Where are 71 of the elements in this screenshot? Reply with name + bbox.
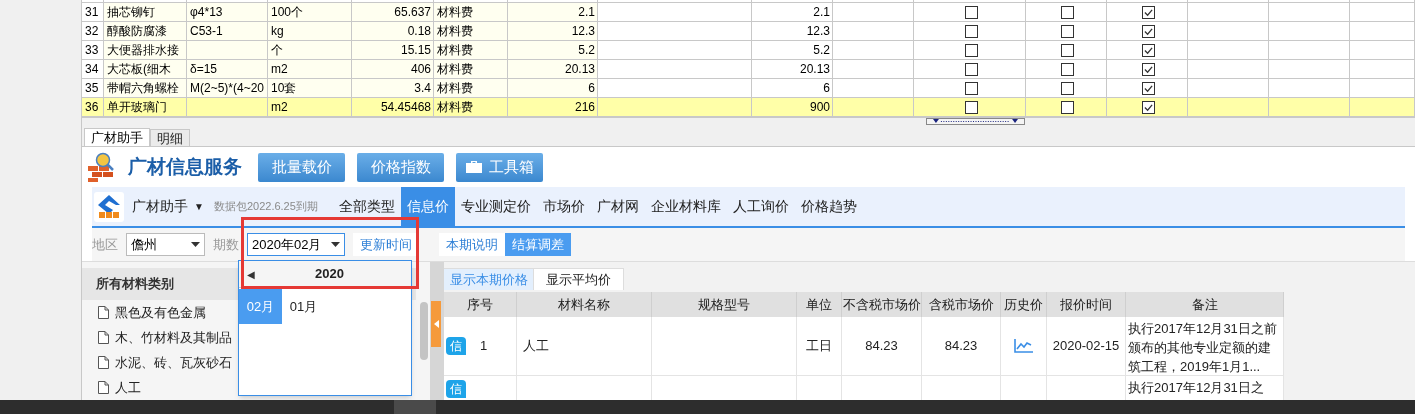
table-cell: 100个: [268, 3, 352, 22]
table-cell: 65.637: [352, 3, 434, 22]
column-header: 报价时间: [1047, 292, 1126, 317]
column-header: 规格型号: [652, 292, 797, 317]
table-cell: 单开玻璃门: [104, 98, 187, 117]
table-cell: 执行2017年12月31日之: [1126, 376, 1284, 400]
table-cell: 3.4: [352, 79, 434, 98]
table-cell: 900: [752, 98, 833, 117]
column-header: 序号: [444, 292, 517, 317]
table-cell: δ=15: [187, 60, 268, 79]
table-cell: 32: [82, 22, 104, 41]
table-cell: 材料费: [434, 3, 508, 22]
table-cell: 材料费: [434, 22, 508, 41]
table-cell: 0.18: [352, 22, 434, 41]
table-cell: 带帽六角螺栓: [104, 79, 187, 98]
table-cell: 2.1: [752, 3, 833, 22]
table-cell: 5.2: [508, 41, 598, 60]
table-cell: φ4*13: [187, 3, 268, 22]
table-cell: 材料费: [434, 98, 508, 117]
table-cell: 20.13: [508, 60, 598, 79]
table-cell: 6: [508, 79, 598, 98]
table-cell: kg: [268, 22, 352, 41]
field-label: 期数: [213, 235, 239, 254]
table-cell: 31: [82, 3, 104, 22]
table-cell: 12.3: [752, 22, 833, 41]
table-cell: 抽芯铆钉: [104, 3, 187, 22]
table-cell: M(2~5)*(4~20: [187, 79, 268, 98]
table-cell: C53-1: [187, 22, 268, 41]
table-cell: 35: [82, 79, 104, 98]
column-header: 备注: [1126, 292, 1284, 317]
table-cell: 材料费: [434, 60, 508, 79]
table-cell: 大便器排水接: [104, 41, 187, 60]
row-number: 1: [480, 337, 488, 356]
table-cell: 10套: [268, 79, 352, 98]
table-cell: 54.45468: [352, 98, 434, 117]
column-header: 材料名称: [517, 292, 652, 317]
table-cell: 12.3: [508, 22, 598, 41]
table-cell: 84.23: [842, 317, 922, 376]
table-cell: 醇酸防腐漆: [104, 22, 187, 41]
column-header: 含税市场价: [922, 292, 1001, 317]
table-cell: 34: [82, 60, 104, 79]
app-name: 广材助手: [132, 197, 188, 216]
column-header: 历史价: [1001, 292, 1047, 317]
table-cell: 216: [508, 98, 598, 117]
table-cell: 15.15: [352, 41, 434, 60]
table-cell: 材料费: [434, 79, 508, 98]
table-cell: 406: [352, 60, 434, 79]
table-cell: 5.2: [752, 41, 833, 60]
table-cell: 材料费: [434, 41, 508, 60]
column-header: 不含税市场价: [842, 292, 922, 317]
table-cell: 36: [82, 98, 104, 117]
table-cell: 工日: [797, 317, 842, 376]
table-cell: 人工: [517, 317, 652, 376]
table-cell: 个: [268, 41, 352, 60]
info-badge: 信: [446, 380, 466, 398]
table-cell: 2.1: [508, 3, 598, 22]
field-label: 地区: [92, 235, 118, 254]
year-label: 2020: [315, 265, 344, 284]
column-header: 单位: [797, 292, 842, 317]
table-cell: 2020-02-15: [1047, 317, 1126, 376]
table-cell: m2: [268, 60, 352, 79]
table-cell: 20.13: [752, 60, 833, 79]
expiry-notice: 数据包2022.6.25到期: [213, 199, 318, 215]
table-cell: 84.23: [922, 317, 1001, 376]
table-cell: 执行2017年12月31日之前颁布的其他专业定额的建筑工程，2019年1月1...: [1126, 317, 1284, 376]
table-cell: 33: [82, 41, 104, 60]
table-cell: 大芯板(细木: [104, 60, 187, 79]
app-title: 广材信息服务: [128, 154, 242, 179]
info-badge: 信: [446, 337, 466, 355]
table-cell: 6: [752, 79, 833, 98]
table-cell: m2: [268, 98, 352, 117]
